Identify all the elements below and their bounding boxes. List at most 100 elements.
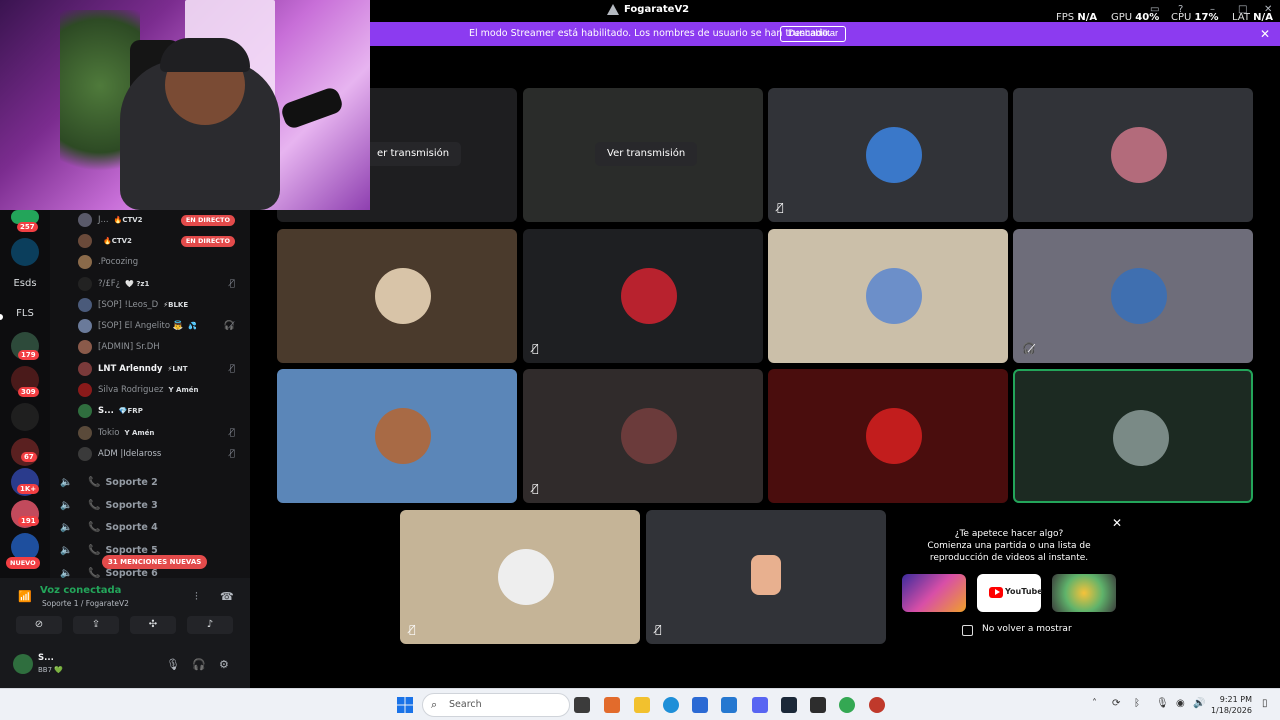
participant-tile[interactable]: 🎙̸ bbox=[523, 369, 763, 503]
soundboard-button[interactable]: ♪ bbox=[187, 616, 233, 634]
steam-icon[interactable] bbox=[781, 697, 797, 713]
voice-member[interactable]: 🔥CTV2 EN DIRECTO bbox=[78, 231, 243, 251]
volume-icon[interactable]: 🔊 bbox=[1193, 698, 1205, 709]
member-name: ADM |Idelaross bbox=[98, 449, 162, 459]
taskbar-search[interactable]: ⌕ Search bbox=[422, 693, 570, 717]
user-avatar[interactable] bbox=[13, 654, 33, 674]
server-icon[interactable] bbox=[11, 238, 39, 266]
mic-tray-icon[interactable]: 🎙 bbox=[1156, 698, 1169, 709]
user-name[interactable]: S... bbox=[38, 653, 54, 663]
chevron-up-icon[interactable]: ˄ bbox=[1092, 698, 1097, 709]
terminal-icon[interactable] bbox=[810, 697, 826, 713]
camera-off-button[interactable]: ⊘ bbox=[16, 616, 62, 634]
member-tag: 🔥CTV2 bbox=[113, 216, 143, 224]
noise-suppression-icon[interactable]: ⫶ bbox=[195, 590, 198, 604]
avatar bbox=[498, 549, 554, 605]
network-icon[interactable]: ◉ bbox=[1176, 698, 1185, 709]
voice-member[interactable]: LNT Arlenndy ⚡LNT 🎙̸ bbox=[78, 359, 243, 379]
dont-show-checkbox[interactable] bbox=[962, 625, 973, 636]
avatar bbox=[78, 255, 92, 269]
new-mentions-pill[interactable]: 31 MENCIONES NUEVAS bbox=[102, 555, 208, 569]
voice-member[interactable]: [SOP] !Leos_D ⚡BLKE bbox=[78, 295, 243, 315]
server-esds[interactable]: Esds bbox=[8, 278, 42, 289]
screen-share-button[interactable]: ⇪ bbox=[73, 616, 119, 634]
file-explorer-icon[interactable] bbox=[634, 697, 650, 713]
notifications-icon[interactable]: ▯ bbox=[1262, 698, 1268, 709]
microphone-icon[interactable]: 🎙 bbox=[166, 658, 180, 671]
maximize-icon[interactable]: □ bbox=[1238, 4, 1250, 15]
close-window-icon[interactable]: ✕ bbox=[1264, 4, 1276, 15]
voice-member[interactable]: ADM |Idelaross 🎙̸ bbox=[78, 444, 243, 464]
close-icon[interactable]: ✕ bbox=[1260, 27, 1270, 41]
participant-tile[interactable] bbox=[277, 229, 517, 363]
participant-tile[interactable]: 🎙̸ bbox=[523, 229, 763, 363]
voice-member[interactable]: Silva Rodriguez Y Amén bbox=[78, 380, 243, 400]
signal-icon[interactable]: 📶 bbox=[18, 590, 32, 603]
voice-channel-path: Soporte 1 / FogarateV2 bbox=[42, 599, 129, 608]
participant-tile[interactable] bbox=[768, 229, 1008, 363]
system-clock[interactable]: 9:21 PM 1/18/2026 bbox=[1208, 694, 1252, 716]
channel-list: J... 🔥CTV2 EN DIRECTO 🔥CTV2 EN DIRECTO .… bbox=[50, 210, 250, 578]
widgets-icon[interactable] bbox=[604, 697, 620, 713]
member-name: S... bbox=[98, 406, 114, 416]
avatar bbox=[78, 234, 92, 248]
voice-member[interactable]: [SOP] El Angelito 👼 💦 🎧̸ bbox=[78, 316, 243, 336]
avatar bbox=[1113, 410, 1169, 466]
voice-member[interactable]: [ADMIN] Sr.DH bbox=[78, 337, 243, 357]
activities-button[interactable]: ✣ bbox=[130, 616, 176, 634]
participant-tile-speaking[interactable] bbox=[1013, 369, 1253, 503]
outlook-icon[interactable] bbox=[721, 697, 737, 713]
minimize-icon[interactable]: – bbox=[1210, 4, 1222, 15]
member-name: Silva Rodriguez bbox=[98, 385, 164, 395]
watch-stream-button[interactable]: Ver transmisión bbox=[595, 142, 698, 166]
server-icon[interactable] bbox=[11, 403, 39, 431]
discord-icon[interactable] bbox=[752, 697, 768, 713]
watch-stream-button[interactable]: er transmisión bbox=[365, 142, 462, 166]
voice-member[interactable]: Tokio Y Amén 🎙̸ bbox=[78, 423, 243, 443]
help-icon[interactable]: ? bbox=[1178, 4, 1190, 15]
participant-tile[interactable]: 🎙̸ bbox=[646, 510, 886, 644]
participant-tile[interactable]: 🎙̸ bbox=[400, 510, 640, 644]
voice-member[interactable]: J... 🔥CTV2 EN DIRECTO bbox=[78, 210, 243, 230]
headphones-icon[interactable]: 🎧 bbox=[192, 658, 206, 671]
muted-icon: 🎙̸ bbox=[532, 482, 539, 495]
participant-tile[interactable] bbox=[277, 369, 517, 503]
chrome-icon[interactable] bbox=[839, 697, 855, 713]
edge-browser-icon[interactable] bbox=[663, 697, 679, 713]
voice-member[interactable]: .Pocozing bbox=[78, 252, 243, 272]
unread-badge: 257 bbox=[17, 222, 38, 232]
youtube-activity[interactable]: YouTube bbox=[977, 574, 1043, 612]
banner-text: El modo Streamer está habilitado. Los no… bbox=[469, 28, 831, 39]
app-icon[interactable] bbox=[869, 697, 885, 713]
stream-tile-2[interactable]: Ver transmisión bbox=[523, 88, 763, 222]
windows-start-icon[interactable] bbox=[397, 697, 413, 713]
bluetooth-icon[interactable]: ᛒ bbox=[1134, 698, 1140, 709]
participant-tile[interactable] bbox=[1013, 88, 1253, 222]
disconnect-icon[interactable]: ☎ bbox=[220, 590, 234, 603]
microphone bbox=[279, 85, 345, 131]
unread-badge: 67 bbox=[21, 452, 37, 462]
voice-member[interactable]: S... 💎FRP bbox=[78, 401, 243, 421]
inbox-icon[interactable]: ▭ bbox=[1150, 4, 1162, 15]
new-badge[interactable]: NUEVO bbox=[6, 557, 40, 569]
avatar bbox=[78, 426, 92, 440]
refresh-icon[interactable]: ⟳ bbox=[1112, 698, 1120, 709]
phone-icon: 📞 bbox=[88, 544, 101, 556]
disable-streamer-button[interactable]: Deshabilitar bbox=[780, 26, 847, 42]
avatar bbox=[78, 362, 92, 376]
server-fls[interactable]: FLS bbox=[8, 308, 42, 319]
settings-gear-icon[interactable]: ⚙ bbox=[219, 658, 229, 671]
voice-channel-soporte-3[interactable]: 🔈 📞 Soporte 3 bbox=[60, 495, 240, 515]
task-view-icon[interactable] bbox=[574, 697, 590, 713]
voice-member[interactable]: ?/£F¿ 🤍 ?z1 🎙̸ bbox=[78, 274, 243, 294]
voice-channel-soporte-2[interactable]: 🔈 📞 Soporte 2 bbox=[60, 472, 240, 492]
store-icon[interactable] bbox=[692, 697, 708, 713]
streamer-beanie bbox=[160, 38, 250, 72]
karaoke-party-activity[interactable] bbox=[902, 574, 966, 612]
voice-channel-soporte-4[interactable]: 🔈 📞 Soporte 4 bbox=[60, 517, 240, 537]
voice-status[interactable]: Voz conectada bbox=[40, 585, 121, 596]
participant-tile[interactable] bbox=[768, 369, 1008, 503]
participant-tile[interactable]: 🎧̸ bbox=[1013, 229, 1253, 363]
balloons-activity[interactable] bbox=[1052, 574, 1116, 612]
participant-tile[interactable]: 🎙̸ bbox=[768, 88, 1008, 222]
